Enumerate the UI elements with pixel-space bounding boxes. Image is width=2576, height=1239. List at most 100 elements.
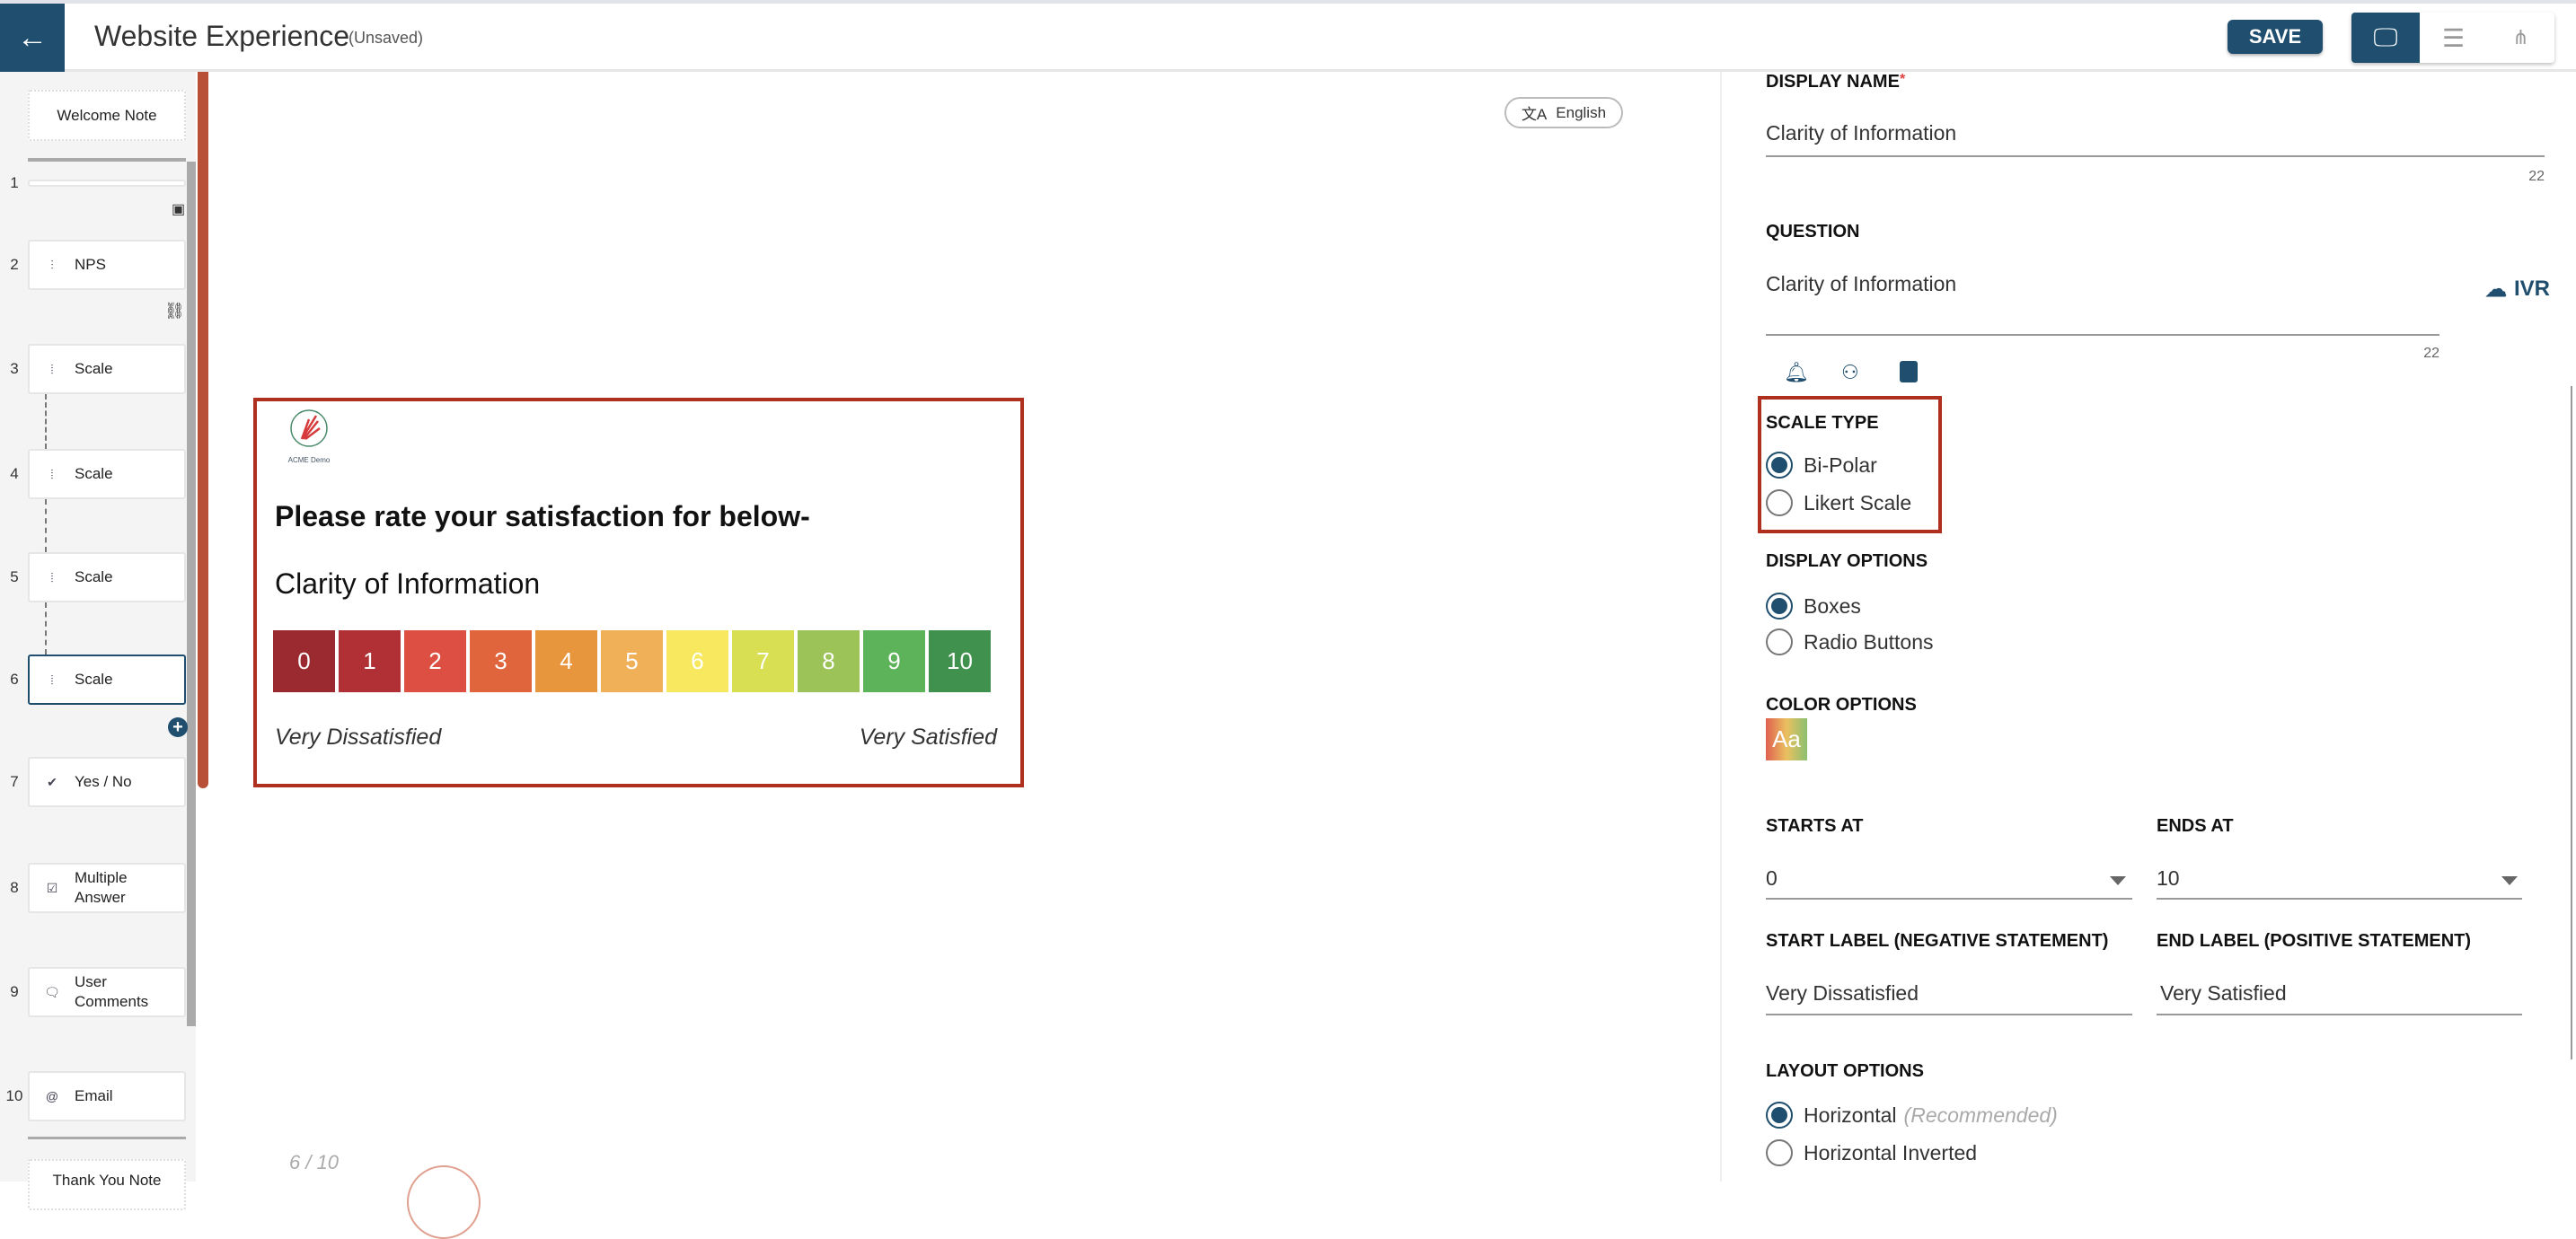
scale-option-4[interactable]: 4	[535, 630, 597, 692]
sidebar-item-scale[interactable]: ⦙ Scale	[28, 552, 186, 602]
view-toggle: 🖵 ☰ ⋔	[2351, 13, 2554, 63]
branch-icon[interactable]: ⛓	[164, 302, 185, 321]
radio-boxes[interactable]: Boxes	[1766, 593, 1861, 620]
start-label-input[interactable]: Very Dissatisfied	[1766, 981, 1919, 1006]
start-label-underline	[1766, 1014, 2132, 1015]
scale-icon: ⦙	[50, 569, 54, 584]
back-button[interactable]: ←	[0, 4, 65, 72]
display-options-label: DISPLAY OPTIONS	[1766, 551, 1928, 571]
note-icon[interactable]	[1900, 361, 1918, 382]
question-heading: Please rate your satisfaction for below-	[275, 500, 810, 532]
question-number: 10	[5, 1087, 23, 1104]
sidebar-item-label: Email	[75, 1086, 113, 1104]
scale-option-1[interactable]: 1	[339, 630, 401, 692]
chevron-down-icon[interactable]	[2501, 876, 2518, 885]
scale-option-7[interactable]: 7	[732, 630, 794, 692]
sidebar-item-label: User Comments	[75, 972, 149, 1010]
sitemap-view-icon[interactable]: ⋔	[2487, 13, 2554, 63]
rating-scale: 0 1 2 3 4 5 6 7 8 9 10	[273, 630, 991, 692]
list-view-icon[interactable]: ☰	[2420, 13, 2487, 63]
radio-bi-polar[interactable]: Bi-Polar	[1766, 452, 1877, 479]
preview-scrollbar[interactable]	[198, 72, 208, 788]
starts-at-underline	[1766, 898, 2132, 900]
sidebar-item-multiple-answer[interactable]: ☑ Multiple Answer	[28, 863, 186, 913]
thank-you-note-card[interactable]: Thank You Note	[28, 1159, 186, 1210]
ends-at-select[interactable]: 10	[2157, 866, 2180, 891]
desktop-view-icon[interactable]: 🖵	[2351, 13, 2420, 63]
display-name-label: DISPLAY NAME*	[1766, 72, 1906, 92]
sidebar-item-label: Multiple Answer	[75, 868, 128, 906]
audience-icon[interactable]: ⚇	[1841, 361, 1859, 384]
language-label: English	[1556, 103, 1607, 121]
start-label-label: START LABEL (NEGATIVE STATEMENT)	[1766, 931, 2109, 951]
add-question-icon[interactable]: +	[168, 717, 188, 737]
scale-type-label: SCALE TYPE	[1766, 413, 1879, 433]
scale-option-2[interactable]: 2	[404, 630, 466, 692]
bell-icon[interactable]: 🔔︎	[1784, 361, 1809, 384]
question-count: 22	[2423, 346, 2439, 361]
sidebar-item-email[interactable]: @ Email	[28, 1071, 186, 1121]
scale-option-5[interactable]: 5	[601, 630, 663, 692]
panel-scrollbar[interactable]	[2571, 386, 2572, 1059]
scale-option-9[interactable]: 9	[863, 630, 925, 692]
sidebar-item-label: Scale	[75, 567, 113, 585]
sidebar-item-nps[interactable]: ⫶ NPS	[28, 240, 186, 290]
layout-options-label: LAYOUT OPTIONS	[1766, 1061, 1924, 1081]
next-button[interactable]	[407, 1165, 481, 1239]
question-input[interactable]: Clarity of Information	[1766, 272, 1956, 296]
question-number: 8	[10, 879, 19, 896]
nps-icon: ⫶	[50, 257, 54, 272]
starts-at-select[interactable]: 0	[1766, 866, 1778, 891]
translate-icon: 文A	[1521, 106, 1548, 123]
panel-divider	[1720, 72, 1722, 1182]
question-number: 5	[10, 568, 19, 585]
language-selector[interactable]: 文A English	[1504, 97, 1623, 128]
contact-card-icon[interactable]: ▣	[172, 200, 185, 218]
radio-radio-buttons[interactable]: Radio Buttons	[1766, 628, 1933, 655]
welcome-note-label: Welcome Note	[57, 106, 157, 124]
question-number: 7	[10, 773, 19, 790]
scale-option-0[interactable]: 0	[273, 630, 335, 692]
scale-icon: ⦙	[50, 672, 54, 687]
scale-option-3[interactable]: 3	[470, 630, 532, 692]
unsaved-status: (Unsaved)	[348, 29, 424, 47]
sidebar-item-user-comments[interactable]: 🗨︎ User Comments	[28, 967, 186, 1017]
save-button[interactable]: SAVE	[2228, 20, 2323, 54]
sidebar-item-label: Scale	[75, 464, 113, 482]
scale-option-10[interactable]: 10	[929, 630, 991, 692]
sidebar-item-blank[interactable]	[28, 180, 186, 187]
page-indicator: 6 / 10	[289, 1151, 340, 1173]
color-scheme-swatch[interactable]: Aa	[1766, 718, 1807, 760]
radio-likert-scale[interactable]: Likert Scale	[1766, 489, 1911, 516]
sidebar-scrollbar[interactable]	[187, 162, 196, 1026]
connector-line	[45, 394, 47, 449]
question-number: 4	[10, 465, 19, 482]
sidebar-item-label: Yes / No	[75, 772, 132, 790]
chevron-down-icon[interactable]	[2110, 876, 2126, 885]
welcome-note-card[interactable]: Welcome Note	[28, 90, 186, 141]
sidebar-item-label: Scale	[75, 670, 113, 688]
question-preview-card: ACME Demo Please rate your satisfaction …	[253, 398, 1024, 787]
sidebar-item-scale[interactable]: ⦙ Scale	[28, 449, 186, 499]
arrow-left-icon: ←	[17, 20, 48, 55]
scale-option-8[interactable]: 8	[798, 630, 860, 692]
ivr-upload-button[interactable]: ☁ IVR	[2485, 277, 2550, 303]
radio-horizontal[interactable]: Horizontal (Recommended)	[1766, 1102, 2058, 1129]
sidebar-item-yes-no[interactable]: ✔ Yes / No	[28, 757, 186, 807]
question-number: 3	[10, 360, 19, 377]
sidebar-item-scale[interactable]: ⦙ Scale	[28, 344, 186, 394]
scale-option-6[interactable]: 6	[666, 630, 728, 692]
page-title: Website Experience	[94, 20, 349, 52]
checklist-icon: ☑	[46, 880, 58, 895]
scale-icon: ⦙	[50, 466, 54, 481]
radio-horizontal-inverted[interactable]: Horizontal Inverted	[1766, 1139, 1977, 1166]
comment-icon: 🗨︎	[44, 984, 60, 999]
question-label: QUESTION	[1766, 222, 1860, 242]
sidebar-item-scale[interactable]: ⦙ Scale	[28, 655, 186, 705]
end-label-input[interactable]: Very Satisfied	[2160, 981, 2287, 1006]
display-name-input[interactable]: Clarity of Information	[1766, 121, 1956, 145]
starts-at-label: STARTS AT	[1766, 816, 1864, 836]
check-badge-icon: ✔	[47, 774, 57, 789]
thank-you-label: Thank You Note	[52, 1172, 162, 1189]
question-text: Clarity of Information	[275, 567, 541, 600]
